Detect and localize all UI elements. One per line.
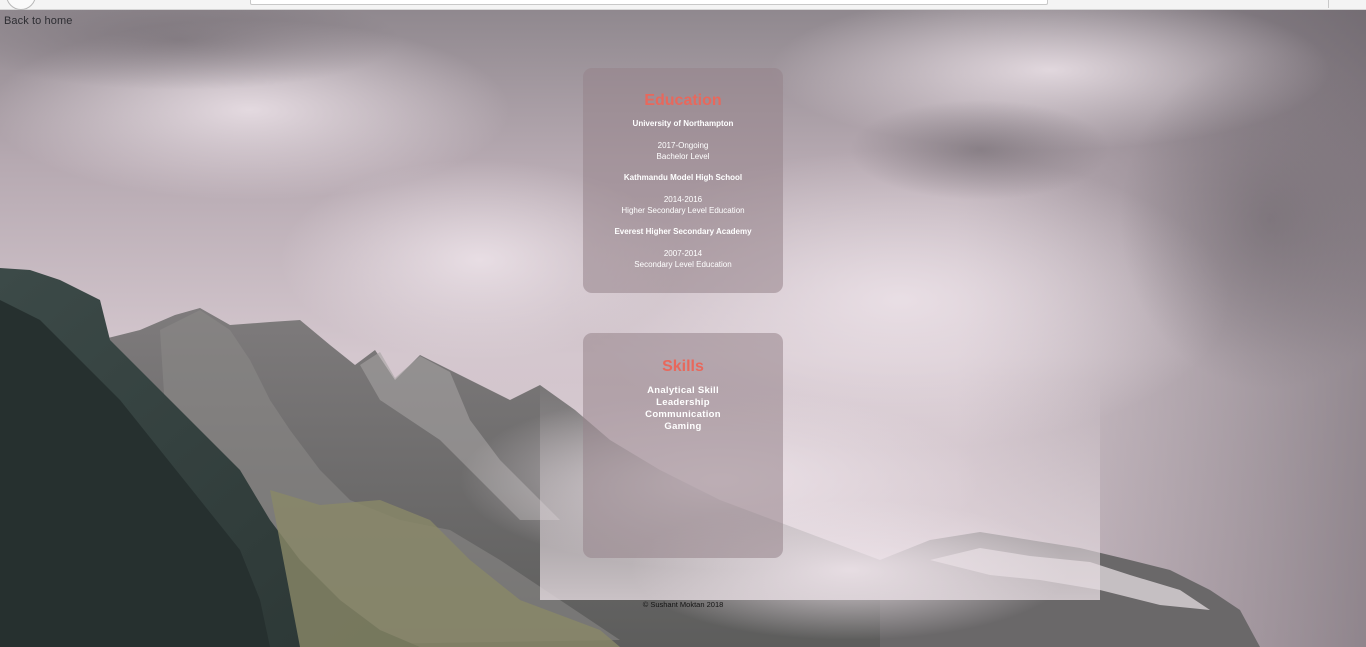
browser-toolbar	[0, 0, 1366, 10]
education-card: Education University of Northampton 2017…	[583, 68, 783, 293]
footer-copyright: © Sushant Moktan 2018	[642, 600, 724, 609]
address-bar[interactable]	[250, 0, 1048, 5]
education-level: Bachelor Level	[656, 152, 710, 161]
education-level: Secondary Level Education	[634, 260, 732, 269]
skills-title: Skills	[662, 358, 704, 375]
school-name: University of Northampton	[632, 119, 734, 128]
education-years: 2007-2014	[663, 249, 703, 258]
school-name: Everest Higher Secondary Academy	[614, 227, 752, 236]
skills-card: Skills Analytical Skill Leadership Commu…	[583, 333, 783, 558]
skill-item: Analytical Skill	[647, 385, 719, 396]
page-root: Back to home Education University of Nor…	[0, 0, 1366, 647]
back-to-home-link[interactable]: Back to home	[4, 15, 72, 27]
education-title: Education	[644, 92, 722, 109]
education-years: 2014-2016	[663, 195, 703, 204]
education-detail: 2007-2014 Secondary Level Education	[583, 248, 783, 270]
education-years: 2017-Ongoing	[657, 141, 709, 150]
education-detail: 2017-Ongoing Bachelor Level	[583, 140, 783, 162]
school-name: Kathmandu Model High School	[623, 173, 743, 182]
toolbar-divider	[1328, 0, 1329, 8]
skill-item: Leadership	[656, 397, 710, 408]
skill-item: Communication	[645, 409, 721, 420]
education-entry: University of Northampton 2017-Ongoing B…	[583, 119, 783, 162]
education-entry: Everest Higher Secondary Academy 2007-20…	[583, 227, 783, 270]
skills-list: Analytical Skill Leadership Communicatio…	[583, 385, 783, 433]
education-level: Higher Secondary Level Education	[621, 206, 745, 215]
skill-item: Gaming	[664, 421, 702, 432]
education-entry: Kathmandu Model High School 2014-2016 Hi…	[583, 173, 783, 216]
education-detail: 2014-2016 Higher Secondary Level Educati…	[583, 194, 783, 216]
browser-button-circle[interactable]	[6, 0, 36, 10]
